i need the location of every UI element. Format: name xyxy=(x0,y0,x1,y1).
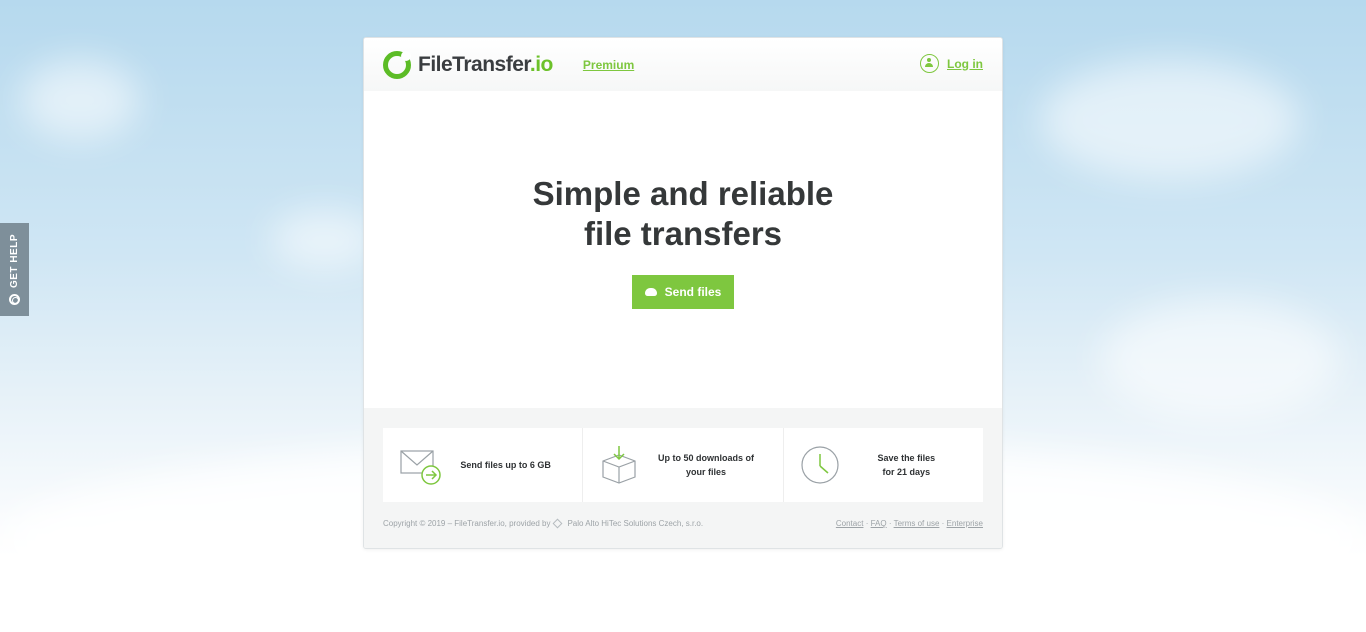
login-label: Log in xyxy=(947,56,983,71)
provider-logo-icon xyxy=(553,518,563,529)
hero-section: Simple and reliable file transfers Send … xyxy=(364,91,1002,408)
envelope-arrow-icon xyxy=(400,450,441,485)
login-link[interactable]: Log in xyxy=(920,54,983,73)
faq-link[interactable]: FAQ xyxy=(871,519,887,528)
clock-icon xyxy=(801,446,839,484)
feature-item: Send files up to 6 GB xyxy=(383,428,584,502)
cloud-decoration xyxy=(1040,60,1300,180)
header: FileTransfer.io Premium Log in xyxy=(364,38,1002,91)
contact-link[interactable]: Contact xyxy=(836,519,864,528)
feature-item: Up to 50 downloads of your files xyxy=(583,428,784,502)
feature-text: Send files up to 6 GB xyxy=(460,460,551,470)
premium-link[interactable]: Premium xyxy=(583,58,634,72)
cloud-upload-icon xyxy=(644,288,657,296)
terms-link[interactable]: Terms of use xyxy=(894,519,940,528)
footer-links: Contact · FAQ · Terms of use · Enterpris… xyxy=(836,519,983,528)
separator: · xyxy=(941,519,945,528)
feature-text: Up to 50 downloads of your files xyxy=(657,453,754,477)
box-download-icon xyxy=(602,446,636,484)
cloud-decoration xyxy=(1100,300,1340,420)
hero-title: Simple and reliable file transfers xyxy=(532,175,834,252)
provider-link[interactable]: Palo Alto HiTec Solutions Czech, s.r.o. xyxy=(567,519,703,528)
separator: · xyxy=(888,519,892,528)
logo-text: FileTransfer.io xyxy=(418,52,553,76)
features-row: Send files up to 6 GB Up to 50 downloads… xyxy=(383,428,983,502)
send-files-label: Send files xyxy=(664,285,722,299)
get-help-label: GET HELP xyxy=(9,234,20,289)
feature-item: Save the files for 21 days xyxy=(784,428,983,502)
cloud-decoration xyxy=(20,60,140,140)
footer-section: Send files up to 6 GB Up to 50 downloads… xyxy=(364,408,1002,548)
separator: · xyxy=(865,519,869,528)
main-card: FileTransfer.io Premium Log in Simple an… xyxy=(363,37,1003,549)
logo-ring-icon xyxy=(383,50,411,79)
user-icon xyxy=(920,54,939,73)
logo[interactable]: FileTransfer.io xyxy=(383,50,553,79)
enterprise-link[interactable]: Enterprise xyxy=(947,519,983,528)
footer-bottom: Copyright © 2019 – FileTransfer.io, prov… xyxy=(383,518,983,529)
copyright: Copyright © 2019 – FileTransfer.io, prov… xyxy=(383,518,704,529)
feature-text: Save the files for 21 days xyxy=(877,453,936,477)
lifebuoy-icon xyxy=(9,293,20,305)
get-help-tab[interactable]: GET HELP xyxy=(0,223,29,316)
send-files-button[interactable]: Send files xyxy=(632,275,734,309)
